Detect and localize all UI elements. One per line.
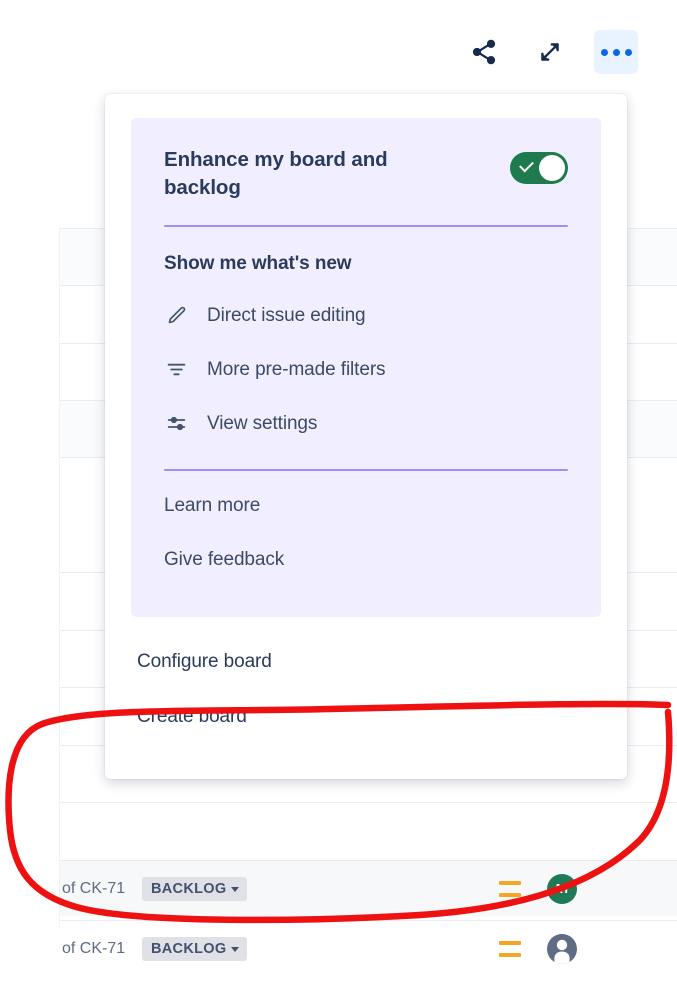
- chevron-down-icon: [231, 946, 240, 952]
- more-options-icon[interactable]: [594, 30, 638, 74]
- expand-icon[interactable]: [528, 30, 572, 74]
- priority-medium-icon[interactable]: [499, 940, 521, 957]
- status-dropdown[interactable]: BACKLOG: [142, 876, 248, 901]
- enhance-card-title: Enhance my board and backlog: [164, 148, 388, 200]
- issue-key: of CK-71: [62, 939, 126, 957]
- status-label: BACKLOG: [151, 880, 227, 897]
- toggle-knob: [539, 155, 565, 181]
- board-toolbar: [418, 26, 638, 78]
- filter-icon: [164, 358, 188, 382]
- more-options-menu: Enhance my board and backlog Show me wha…: [105, 94, 627, 779]
- divider: [164, 224, 568, 227]
- person-icon: [554, 939, 570, 964]
- status-label: BACKLOG: [151, 940, 227, 957]
- row-meta: [499, 933, 677, 964]
- issue-key: of CK-71: [62, 879, 126, 897]
- menu-item-label: Direct issue editing: [207, 304, 366, 326]
- divider: [164, 468, 568, 471]
- menu-item-learn-more[interactable]: Learn more: [164, 479, 568, 533]
- board-column-edge: [59, 228, 60, 928]
- enhance-toggle[interactable]: [510, 152, 568, 184]
- table-row[interactable]: of CK-71 BACKLOG: [60, 920, 677, 976]
- chevron-down-icon: [231, 886, 240, 892]
- menu-item-direct-issue-editing[interactable]: Direct issue editing: [164, 289, 568, 343]
- whats-new-title: Show me what's new: [164, 252, 352, 274]
- table-row[interactable]: of CK-71 BACKLOG AT: [60, 860, 677, 916]
- status-dropdown[interactable]: BACKLOG: [142, 936, 248, 961]
- menu-item-label: More pre-made filters: [207, 358, 386, 380]
- whats-new-list: Direct issue editing More pre-made filte…: [164, 289, 568, 451]
- menu-item-more-pre-made-filters[interactable]: More pre-made filters: [164, 343, 568, 397]
- sliders-icon: [164, 412, 188, 436]
- menu-item-label: View settings: [207, 412, 318, 434]
- priority-medium-icon[interactable]: [499, 880, 521, 897]
- menu-item-give-feedback[interactable]: Give feedback: [164, 533, 568, 587]
- enhance-board-card: Enhance my board and backlog Show me wha…: [131, 118, 601, 617]
- menu-item-create-board[interactable]: Create board: [105, 690, 627, 745]
- enhance-card-header: Enhance my board and backlog: [164, 146, 568, 203]
- row-meta: AT: [499, 873, 677, 904]
- menu-item-view-settings[interactable]: View settings: [164, 397, 568, 451]
- avatar[interactable]: [547, 933, 577, 964]
- menu-item-configure-board[interactable]: Configure board: [105, 635, 627, 690]
- share-icon[interactable]: [462, 30, 506, 74]
- ellipsis-glyph: [600, 48, 632, 56]
- board-row-divider: [60, 802, 677, 803]
- pencil-icon: [164, 304, 188, 328]
- menu-actions-group: Configure board Create board: [105, 617, 627, 745]
- avatar[interactable]: AT: [547, 873, 577, 904]
- check-icon: [519, 157, 534, 173]
